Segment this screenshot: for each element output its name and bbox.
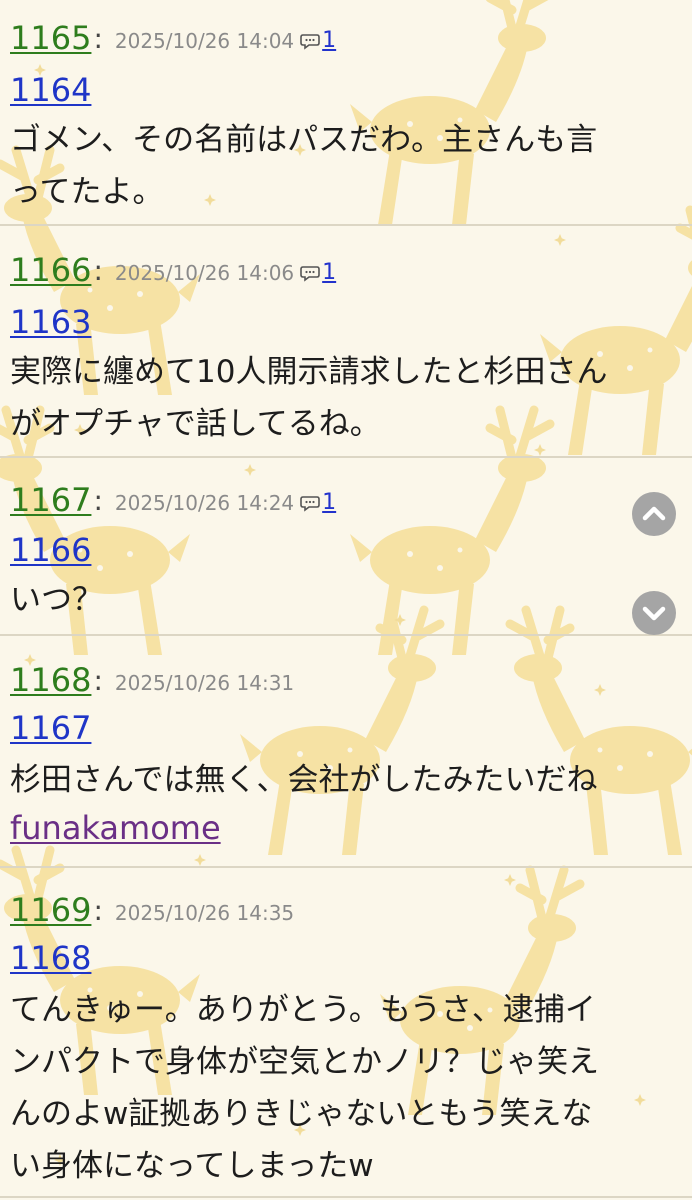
post: 1169 : 2025/10/26 14:35 1168 てんきゅー。ありがとう… — [0, 886, 692, 1200]
chevron-up-icon — [642, 506, 666, 521]
post-body: 実際に纏めて10人開示請求したと杉田さん がオプチャで話してるね。 — [10, 346, 685, 450]
post-number-link[interactable]: 1169 — [10, 890, 91, 930]
chevron-down-icon — [642, 606, 666, 621]
post-text-line: んのよw証拠ありきじゃないともう笑えな — [10, 1096, 593, 1132]
post-number-link[interactable]: 1165 — [10, 18, 91, 58]
post: 1168 : 2025/10/26 14:31 1167 杉田さんでは無く、会社… — [0, 656, 692, 866]
post-number-colon: : — [93, 22, 103, 55]
post-divider — [0, 224, 692, 226]
post-body: いつ？ — [10, 574, 685, 626]
post-text-line: い身体になってしまったw — [10, 1148, 374, 1184]
post-date: 2025/10/26 14:35 — [114, 901, 295, 925]
post-text-line: てんきゅー。ありがとう。もうさ、逮捕イ — [10, 992, 596, 1028]
post: 1167 : 2025/10/26 14:24 1 1166 いつ？ — [0, 476, 692, 634]
speech-bubble-icon — [300, 34, 320, 50]
post-number-colon: : — [93, 664, 103, 697]
post-date: 2025/10/26 14:06 — [114, 261, 295, 285]
post-text-line: 杉田さんでは無く、会社がしたみたいだね — [10, 762, 598, 798]
post-header: 1168 : 2025/10/26 14:31 — [10, 656, 294, 700]
post-divider — [0, 456, 692, 458]
post-header: 1165 : 2025/10/26 14:04 1 — [10, 14, 336, 58]
post: 1165 : 2025/10/26 14:04 1 1164 ゴメン、その名前は… — [0, 14, 692, 224]
post-number-colon: : — [93, 894, 103, 927]
author-link[interactable]: funakamome — [10, 808, 221, 848]
speech-bubble-icon — [300, 496, 320, 512]
reply-anchor-link[interactable]: 1168 — [10, 938, 91, 978]
post-divider — [0, 634, 692, 636]
reply-anchor-link[interactable]: 1166 — [10, 530, 91, 570]
scroll-down-button[interactable] — [632, 591, 676, 635]
post-text-line: がオプチャで話してるね。 — [10, 406, 381, 442]
speech-bubble-icon — [300, 266, 320, 282]
scroll-up-button[interactable] — [632, 492, 676, 536]
post-body: 杉田さんでは無く、会社がしたみたいだね — [10, 754, 685, 806]
post-divider — [0, 866, 692, 868]
reply-anchor-link[interactable]: 1167 — [10, 708, 91, 748]
post: 1166 : 2025/10/26 14:06 1 1163 実際に纏めて10人… — [0, 246, 692, 456]
post-text-line: ってたよ。 — [10, 174, 164, 210]
post-number-link[interactable]: 1167 — [10, 480, 91, 520]
post-date: 2025/10/26 14:04 — [114, 29, 295, 53]
post-divider — [0, 1196, 692, 1198]
reply-anchor-link[interactable]: 1163 — [10, 302, 91, 342]
post-number-link[interactable]: 1168 — [10, 660, 91, 700]
post-text-line: いつ？ — [10, 582, 103, 618]
post-header: 1167 : 2025/10/26 14:24 1 — [10, 476, 336, 520]
reply-count-link[interactable]: 1 — [322, 486, 336, 520]
post-number-colon: : — [93, 484, 103, 517]
reply-count-link[interactable]: 1 — [322, 256, 336, 290]
post-text-line: 実際に纏めて10人開示請求したと杉田さん — [10, 354, 608, 390]
post-text-line: ゴメン、その名前はパスだわ。主さんも言 — [10, 122, 598, 158]
post-header: 1166 : 2025/10/26 14:06 1 — [10, 246, 336, 290]
reply-count-link[interactable]: 1 — [322, 24, 336, 58]
post-text-line: ンパクトで身体が空気とかノリ？じゃ笑え — [10, 1044, 599, 1080]
post-body: ゴメン、その名前はパスだわ。主さんも言 ってたよ。 — [10, 114, 685, 218]
post-date: 2025/10/26 14:24 — [114, 491, 295, 515]
post-header: 1169 : 2025/10/26 14:35 — [10, 886, 294, 930]
post-number-colon: : — [93, 254, 103, 287]
post-body: てんきゅー。ありがとう。もうさ、逮捕イ ンパクトで身体が空気とかノリ？じゃ笑え … — [10, 984, 685, 1192]
post-number-link[interactable]: 1166 — [10, 250, 91, 290]
reply-anchor-link[interactable]: 1164 — [10, 70, 91, 110]
post-date: 2025/10/26 14:31 — [114, 671, 295, 695]
